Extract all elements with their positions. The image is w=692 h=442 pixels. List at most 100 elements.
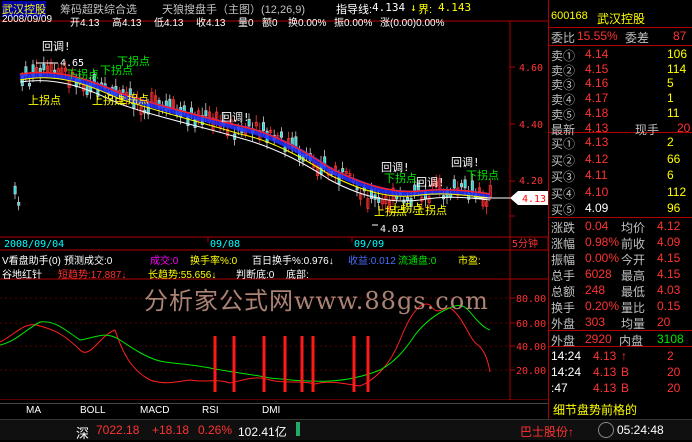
index-value: 7022.18 xyxy=(96,423,140,437)
weicha-value: 87 xyxy=(673,29,687,43)
bid-volume: 6 xyxy=(667,168,674,182)
tab-macd[interactable]: MACD xyxy=(140,405,169,416)
ohlc-bar: 2008/09/09 开4.13 高4.13 低4.13 收4.13 量0 额0… xyxy=(0,14,548,29)
date-label-3: 09/09 xyxy=(354,239,384,250)
ohlc-turnover: 换0.00% xyxy=(288,18,327,29)
signal-xiaguaidian-5: 下拐点 xyxy=(466,168,499,182)
price-tick-1: 4.60 xyxy=(519,63,543,74)
tick-volume: 20 xyxy=(667,381,681,395)
ohlc-high: 高4.13 xyxy=(112,18,142,29)
bid-volume: 112 xyxy=(667,184,687,199)
tick-row: 14:24 4.13 ↑ 2 xyxy=(549,348,692,365)
neipan-value: 3108 xyxy=(657,332,684,346)
clock-time: 05:24:48 xyxy=(617,423,664,437)
stock-ticker[interactable]: 巴士股份↑ xyxy=(520,423,574,440)
indicator-item-3: 百日换手%:0.976↓ xyxy=(252,256,334,267)
bid-level-row: 买④ 4.10 112 xyxy=(549,184,692,201)
weicha-label: 委差 xyxy=(625,31,650,45)
bid-volume: 96 xyxy=(667,201,681,215)
signal-xiaguaidian-2: 下拐点 xyxy=(66,67,99,81)
sub-tick-4: 20.00 xyxy=(516,366,546,377)
sub-tick-2: 60.00 xyxy=(516,319,546,330)
tab-ma[interactable]: MA xyxy=(26,405,41,416)
ohlc-change: 涨(0.00)0.00% xyxy=(380,18,445,29)
tick-row: 14:24 4.13 B 20 xyxy=(549,364,692,381)
stat-value: 4.15 xyxy=(657,267,681,281)
stat-row: 总额 248 最低 4.03 xyxy=(549,282,692,299)
signal-huidiao-4: 回调! xyxy=(416,176,445,189)
ask-volume: 5 xyxy=(667,76,674,91)
guide-value: 4.134 xyxy=(372,1,406,14)
candle xyxy=(355,187,359,191)
tick-volume: 20 xyxy=(667,365,681,379)
signal-shangguaidian-1: 上拐点 xyxy=(28,93,61,107)
bid-volume: 66 xyxy=(667,151,681,166)
signal-strength-icon xyxy=(296,422,300,436)
candle xyxy=(341,168,345,173)
stat-value: 4.09 xyxy=(657,235,681,249)
signal-shangguaidian-6: 上拐点 xyxy=(414,203,447,217)
stat-value: 4.15 xyxy=(657,251,681,265)
weibi-label: 委比 xyxy=(551,31,576,45)
stat-row: 振幅 0.00% 今开 4.15 xyxy=(549,250,692,267)
tick-row: :47 4.13 B 20 xyxy=(549,380,692,397)
stat-row: 涨幅 0.98% 前收 4.09 xyxy=(549,234,692,251)
signal-huidiao-2: 回调! xyxy=(221,111,250,124)
market-label: 深 xyxy=(76,426,90,441)
candle xyxy=(13,185,17,195)
tab-rsi[interactable]: RSI xyxy=(202,405,219,416)
bid-price: 4.13 xyxy=(585,135,609,149)
candle xyxy=(279,131,283,138)
bid-level-row: 买③ 4.11 6 xyxy=(549,167,692,184)
candle xyxy=(204,110,208,117)
chart-svg[interactable]: 4.13 4.60 4.40 4.20 4.65 4.03 回调! 下拐点 下拐… xyxy=(0,0,549,401)
bid-price: 4.09 xyxy=(585,201,609,215)
title-bar: 武汉控股 筹码超跌综合选 天狼搜盘手（主图）(12,26,9) 指导线: 4.1… xyxy=(0,1,548,17)
ask-volume: 11 xyxy=(667,105,680,120)
stat-row: 涨跌 0.04 均价 4.12 xyxy=(549,218,692,235)
indicator-item-5: 流通盘:0 xyxy=(398,256,437,267)
indicator-item-6: 市盈: xyxy=(458,256,481,267)
ask-price: 4.18 xyxy=(585,105,609,120)
ohlc-date: 2008/09/09 xyxy=(2,14,53,25)
sub-indicator-item-0: 短趋势:17.887↓ xyxy=(58,270,127,281)
tab-dmi[interactable]: DMI xyxy=(262,405,280,416)
sub-indicator-item-1: 长趋势:55.656↓ xyxy=(148,270,217,281)
status-bar: 深 7022.18 +18.18 0.26% 102.41亿 巴士股份↑ 05:… xyxy=(0,419,692,441)
stat-value: 20 xyxy=(657,315,671,329)
stat-value: 0.15 xyxy=(657,299,681,313)
candle xyxy=(452,179,456,189)
ohlc-amount: 额0 xyxy=(262,18,278,29)
stat-value: 0.98% xyxy=(585,235,620,249)
stat-value: 6028 xyxy=(585,267,612,281)
chart-area[interactable]: 4.13 4.60 4.40 4.20 4.65 4.03 回调! 下拐点 下拐… xyxy=(0,0,549,401)
candle xyxy=(42,63,46,71)
ask-price: 4.15 xyxy=(585,61,609,76)
tick-price: 4.13 xyxy=(593,365,617,379)
bid-label: 买③ xyxy=(551,170,576,184)
indicator-title: V看盘助手(0) xyxy=(2,256,61,267)
period-label[interactable]: 5分钟 xyxy=(512,237,538,250)
ohlc-volume: 量0 xyxy=(238,18,254,29)
last-price-tag-text: 4.13 xyxy=(522,194,546,205)
indicator-item-4: 收益:0.012 xyxy=(348,256,396,267)
stat-value: 248 xyxy=(585,283,606,297)
ohlc-open: 开4.13 xyxy=(70,18,100,29)
bid-label: 买⑤ xyxy=(551,203,576,217)
stat-value: 4.03 xyxy=(657,283,681,297)
signal-xiaguaidian-3: 下拐点 xyxy=(100,63,133,77)
sub-indicator-header[interactable]: 谷地红针 短趋势:17.887↓ 长趋势:55.656↓ 判断底:0 底部: xyxy=(0,266,510,281)
watermark: 分析家公式网www.88gs.com xyxy=(144,287,489,315)
signal-huidiao-1: 回调! xyxy=(42,40,71,53)
tick-price: 4.13 xyxy=(593,349,617,363)
down-arrow-icon: ↓ xyxy=(410,1,417,14)
sub-indicator-title: 谷地红针 xyxy=(2,270,42,281)
stat-value: 0.00% xyxy=(585,251,620,265)
tab-boll[interactable]: BOLL xyxy=(80,405,106,416)
bid-price: 4.12 xyxy=(585,151,609,166)
waipan-value: 2920 xyxy=(585,332,612,346)
indicator-header[interactable]: V看盘助手(0) 预测成交:0 成交:0 换手率%:0 百日换手%:0.976↓… xyxy=(0,252,510,267)
stat-row: 总手 6028 最高 4.15 xyxy=(549,266,692,283)
weibi-row: 委比 15.55% 委差 87 xyxy=(549,28,692,45)
indicator-item-0: 预测成交:0 xyxy=(64,256,113,267)
